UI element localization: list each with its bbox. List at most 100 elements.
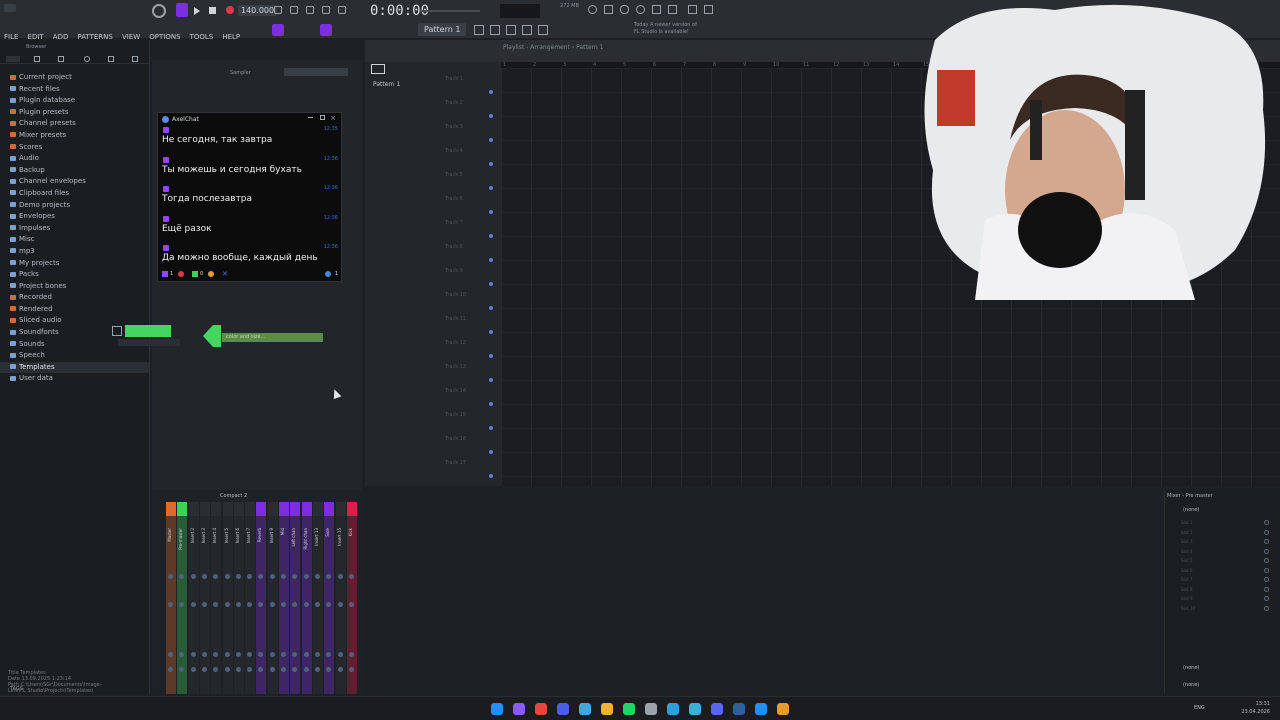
help-icon[interactable] (636, 5, 645, 14)
strip-knob[interactable] (326, 602, 332, 607)
strip-knob[interactable] (292, 652, 298, 657)
browser-item[interactable]: mp3 (0, 246, 150, 258)
strip-knob[interactable] (337, 602, 343, 607)
browser-item[interactable]: Envelopes (0, 211, 150, 223)
taskbar-app-icon[interactable] (689, 703, 701, 715)
strip-knob[interactable] (281, 574, 286, 579)
strip-knob[interactable] (314, 667, 320, 672)
track-mute-icon[interactable] (489, 162, 493, 166)
strip-knob[interactable] (303, 574, 309, 579)
track-mute-icon[interactable] (489, 90, 493, 94)
strip-knob[interactable] (224, 574, 230, 579)
mixer-strip[interactable]: Insert 5 (222, 502, 233, 694)
track-mute-icon[interactable] (489, 186, 493, 190)
strip-knob[interactable] (314, 602, 320, 607)
browser-item[interactable]: Recorded (0, 292, 150, 304)
track-mute-icon[interactable] (489, 138, 493, 142)
track-mute-icon[interactable] (489, 234, 493, 238)
strip-knob[interactable] (269, 574, 275, 579)
browser-item[interactable]: My projects (0, 258, 150, 270)
insert-top-slot[interactable]: (none) (1183, 507, 1199, 513)
insert-slot[interactable]: Slot 5 (1171, 558, 1271, 563)
insert-slot[interactable]: Slot 7 (1171, 577, 1271, 582)
strip-knob[interactable] (190, 574, 196, 579)
track-header[interactable]: Track 2 (445, 100, 497, 106)
browser-item[interactable]: Plugin database (0, 95, 150, 107)
menu-options[interactable]: OPTIONS (149, 30, 180, 44)
view-browser-icon[interactable] (538, 25, 548, 35)
track-header[interactable]: Track 1 (445, 76, 497, 82)
strip-knob[interactable] (168, 667, 173, 672)
mixer-strip[interactable]: Right chan (301, 502, 312, 694)
pattern-list-item[interactable]: Pattern 1 (373, 81, 400, 88)
strip-knob[interactable] (292, 667, 298, 672)
menu-tools[interactable]: TOOLS (190, 30, 214, 44)
browser-item[interactable]: Project bones (0, 281, 150, 293)
taskbar-app-icon[interactable] (711, 703, 723, 715)
strip-knob[interactable] (269, 667, 275, 672)
mixer-strip[interactable]: Insert 6 (233, 502, 244, 694)
taskbar-app-icon[interactable] (733, 703, 745, 715)
strip-knob[interactable] (314, 652, 320, 657)
microphone-icon[interactable] (620, 5, 629, 14)
insert-slot[interactable]: Slot 9 (1171, 596, 1271, 601)
strip-knob[interactable] (190, 602, 196, 607)
strip-knob[interactable] (258, 652, 264, 657)
slot-enable-icon[interactable] (1264, 605, 1269, 611)
track-header[interactable]: Track 10 (445, 292, 497, 298)
slot-enable-icon[interactable] (1264, 596, 1269, 601)
close-icon[interactable]: × (330, 114, 336, 122)
strip-knob[interactable] (326, 574, 332, 579)
strip-knob[interactable] (292, 574, 298, 579)
strip-knob[interactable] (235, 574, 241, 579)
pattern-mode-button[interactable] (176, 3, 188, 17)
strip-knob[interactable] (326, 652, 332, 657)
insert-bottom-slot-2[interactable]: (none) (1183, 682, 1199, 688)
mixer-strip[interactable]: Mid (279, 502, 289, 694)
browser-sample-icon[interactable] (84, 56, 90, 62)
strip-knob[interactable] (326, 667, 332, 672)
track-mute-icon[interactable] (489, 114, 493, 118)
track-header[interactable]: Track 11 (445, 316, 497, 322)
track-mute-icon[interactable] (489, 354, 493, 358)
track-mute-icon[interactable] (489, 210, 493, 214)
browser-item[interactable]: Current project (0, 72, 150, 84)
taskbar-app-icon[interactable] (755, 703, 767, 715)
track-mute-icon[interactable] (489, 474, 493, 478)
insert-slot[interactable]: Slot 3 (1171, 539, 1271, 544)
browser-item[interactable]: Recent files (0, 84, 150, 96)
strip-knob[interactable] (179, 574, 185, 579)
view-channel-rack-icon[interactable] (506, 25, 516, 35)
menu-help[interactable]: HELP (222, 30, 240, 44)
pattern-selector[interactable]: Pattern 1 (418, 23, 467, 36)
strip-knob[interactable] (190, 667, 196, 672)
mixer-strip[interactable]: Insert 9 (267, 502, 278, 694)
strip-knob[interactable] (190, 652, 196, 657)
strip-knob[interactable] (314, 574, 320, 579)
strip-knob[interactable] (168, 652, 173, 657)
insert-slot[interactable]: Slot 6 (1171, 567, 1271, 573)
slot-enable-icon[interactable] (1264, 539, 1269, 544)
loop-record-icon[interactable] (322, 6, 330, 14)
strip-knob[interactable] (213, 574, 219, 579)
track-header[interactable]: Track 17 (445, 460, 497, 466)
snap-icon[interactable] (272, 24, 284, 36)
taskbar-app-icon[interactable] (623, 703, 635, 715)
slot-enable-icon[interactable] (1264, 548, 1269, 554)
strip-knob[interactable] (337, 667, 343, 672)
insert-slot[interactable]: Slot 4 (1171, 548, 1271, 554)
mixer-strip[interactable]: Kick (346, 502, 357, 694)
start-icon[interactable] (491, 703, 503, 715)
strip-knob[interactable] (168, 602, 173, 607)
strip-knob[interactable] (213, 602, 219, 607)
browser-item[interactable]: Backup (0, 165, 150, 177)
track-header[interactable]: Track 3 (445, 124, 497, 130)
strip-knob[interactable] (201, 574, 207, 579)
strip-knob[interactable] (179, 667, 185, 672)
slot-enable-icon[interactable] (1264, 520, 1269, 525)
strip-knob[interactable] (247, 574, 253, 579)
slot-enable-icon[interactable] (1264, 558, 1269, 563)
language-indicator[interactable]: ENG (1194, 705, 1205, 711)
view-playlist-icon[interactable] (474, 25, 484, 35)
browser-item[interactable]: Templates (0, 361, 150, 374)
